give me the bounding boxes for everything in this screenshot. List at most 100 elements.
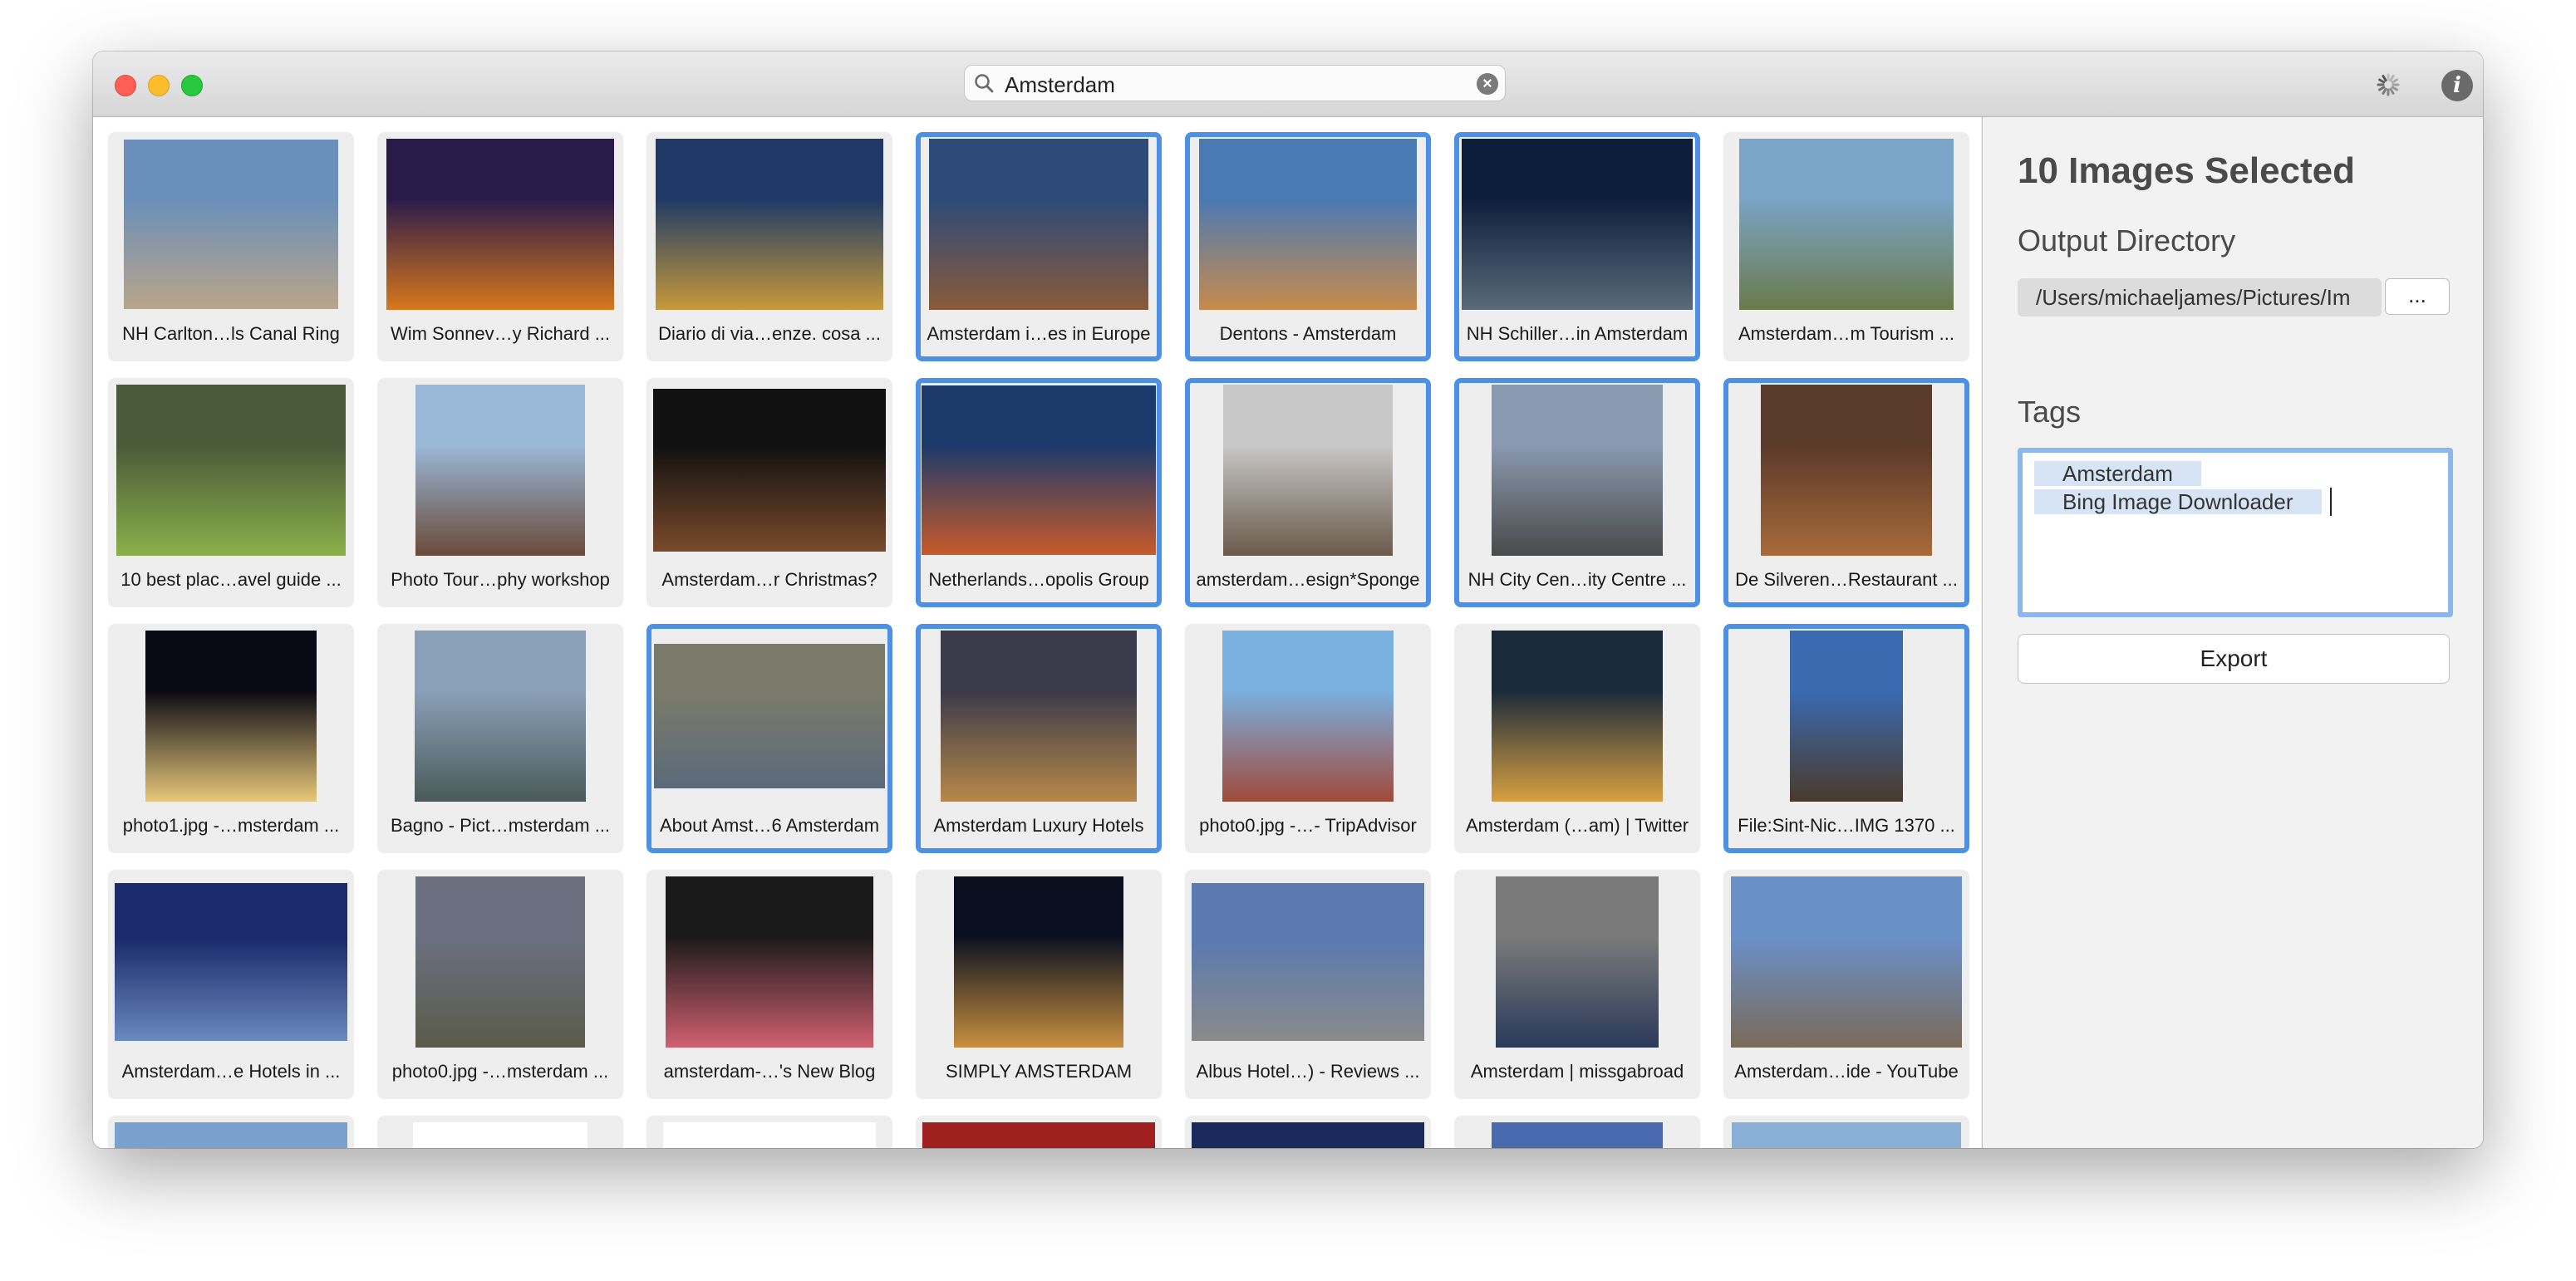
- image-tile[interactable]: Diario di via…enze. cosa ...: [646, 132, 892, 361]
- image-caption: Albus Hotel…) - Reviews ...: [1196, 1061, 1420, 1082]
- image-tile[interactable]: [1454, 1116, 1700, 1148]
- image-thumbnail[interactable]: [413, 1122, 587, 1148]
- image-thumbnail[interactable]: [1192, 883, 1424, 1041]
- image-caption: photo0.jpg -…msterdam ...: [391, 1061, 609, 1082]
- image-caption: Photo Tour…phy workshop: [391, 569, 610, 590]
- image-caption: Dentons - Amsterdam: [1219, 323, 1397, 344]
- image-thumbnail[interactable]: [1492, 385, 1663, 556]
- tag-token[interactable]: Bing Image Downloader: [2034, 489, 2322, 514]
- close-window-button[interactable]: [115, 75, 136, 96]
- image-thumbnail[interactable]: [115, 883, 347, 1041]
- image-thumbnail[interactable]: [145, 631, 317, 802]
- image-thumbnail[interactable]: [929, 139, 1148, 310]
- image-tile[interactable]: [1185, 1116, 1431, 1148]
- image-tile[interactable]: photo1.jpg -…msterdam ...: [108, 624, 354, 853]
- clear-search-icon[interactable]: ×: [1477, 73, 1498, 95]
- image-tile[interactable]: photo0.jpg -…- TripAdvisor: [1185, 624, 1431, 853]
- tags-label: Tags: [2018, 395, 2082, 429]
- image-tile[interactable]: Photo Tour…phy workshop: [377, 378, 623, 607]
- minimize-window-button[interactable]: [148, 75, 170, 96]
- image-tile[interactable]: [377, 1116, 623, 1148]
- image-tile[interactable]: Amsterdam Luxury Hotels: [916, 624, 1162, 853]
- image-thumbnail[interactable]: [1222, 631, 1394, 802]
- text-caret: [2330, 488, 2332, 516]
- image-thumbnail[interactable]: [941, 631, 1137, 802]
- image-thumbnail[interactable]: [116, 385, 346, 556]
- image-tile[interactable]: amsterdam-…'s New Blog: [646, 870, 892, 1099]
- search-input[interactable]: Amsterdam: [1005, 72, 1115, 98]
- image-tile[interactable]: De Silveren…Restaurant ...: [1723, 378, 1969, 607]
- image-tile[interactable]: [1723, 1116, 1969, 1148]
- info-icon[interactable]: i: [2441, 70, 2473, 101]
- browse-directory-button[interactable]: ...: [2385, 278, 2450, 315]
- image-tile[interactable]: Amsterdam i…es in Europe: [916, 132, 1162, 361]
- image-thumbnail[interactable]: [124, 140, 338, 309]
- search-field[interactable]: Amsterdam ×: [964, 65, 1506, 101]
- image-tile[interactable]: [108, 1116, 354, 1148]
- image-tile[interactable]: Amsterdam…r Christmas?: [646, 378, 892, 607]
- image-tile[interactable]: Amsterdam (…am) | Twitter: [1454, 624, 1700, 853]
- image-tile[interactable]: [646, 1116, 892, 1148]
- image-thumbnail[interactable]: [1492, 1122, 1663, 1148]
- image-caption: About Amst…6 Amsterdam: [659, 815, 880, 836]
- image-thumbnail[interactable]: [415, 385, 585, 556]
- image-thumbnail[interactable]: [1223, 385, 1393, 556]
- image-tile[interactable]: photo0.jpg -…msterdam ...: [377, 870, 623, 1099]
- image-thumbnail[interactable]: [666, 876, 873, 1048]
- image-tile[interactable]: File:Sint-Nic…IMG 1370 ...: [1723, 624, 1969, 853]
- image-tile[interactable]: [916, 1116, 1162, 1148]
- image-caption: NH Schiller…in Amsterdam: [1466, 323, 1689, 344]
- image-grid: NH Carlton…ls Canal Ring Wim Sonnev…y Ric…: [93, 117, 1981, 1148]
- image-thumbnail[interactable]: [1496, 876, 1659, 1048]
- image-tile[interactable]: NH Schiller…in Amsterdam: [1454, 132, 1700, 361]
- image-thumbnail[interactable]: [1199, 139, 1417, 310]
- image-thumbnail[interactable]: [656, 139, 883, 310]
- image-tile[interactable]: Netherlands…opolis Group: [916, 378, 1162, 607]
- image-tile[interactable]: Amsterdam…e Hotels in ...: [108, 870, 354, 1099]
- image-caption: Diario di via…enze. cosa ...: [658, 323, 881, 344]
- image-tile[interactable]: NH City Cen…ity Centre ...: [1454, 378, 1700, 607]
- image-caption: Amsterdam…ide - YouTube: [1734, 1061, 1959, 1082]
- image-caption: Amsterdam…e Hotels in ...: [121, 1061, 341, 1082]
- image-tile[interactable]: NH Carlton…ls Canal Ring: [108, 132, 354, 361]
- image-caption: Amsterdam…m Tourism ...: [1738, 323, 1954, 344]
- image-thumbnail[interactable]: [386, 139, 614, 310]
- image-caption: File:Sint-Nic…IMG 1370 ...: [1738, 815, 1955, 836]
- image-tile[interactable]: Wim Sonnev…y Richard ...: [377, 132, 623, 361]
- image-caption: Amsterdam…r Christmas?: [661, 569, 878, 590]
- image-thumbnail[interactable]: [922, 385, 1156, 555]
- image-tile[interactable]: amsterdam…esign*Sponge: [1185, 378, 1431, 607]
- image-tile[interactable]: Amsterdam…ide - YouTube: [1723, 870, 1969, 1099]
- maximize-window-button[interactable]: [181, 75, 203, 96]
- image-tile[interactable]: Bagno - Pict…msterdam ...: [377, 624, 623, 853]
- tag-token[interactable]: Amsterdam: [2034, 461, 2201, 486]
- image-thumbnail[interactable]: [922, 1122, 1155, 1148]
- image-thumbnail[interactable]: [1790, 631, 1903, 802]
- image-caption: amsterdam-…'s New Blog: [663, 1061, 876, 1082]
- export-button[interactable]: Export: [2018, 634, 2450, 684]
- image-tile[interactable]: Albus Hotel…) - Reviews ...: [1185, 870, 1431, 1099]
- image-thumbnail[interactable]: [115, 1122, 347, 1148]
- tags-field[interactable]: Amsterdam Bing Image Downloader: [2018, 448, 2453, 617]
- image-thumbnail[interactable]: [663, 1122, 876, 1148]
- image-tile[interactable]: Amsterdam…m Tourism ...: [1723, 132, 1969, 361]
- image-thumbnail[interactable]: [954, 876, 1123, 1048]
- image-thumbnail[interactable]: [1462, 139, 1693, 310]
- image-thumbnail[interactable]: [654, 644, 885, 788]
- image-caption: Amsterdam (…am) | Twitter: [1465, 815, 1689, 836]
- image-thumbnail[interactable]: [1739, 139, 1954, 310]
- image-tile[interactable]: Amsterdam | missgabroad: [1454, 870, 1700, 1099]
- image-thumbnail[interactable]: [1192, 1122, 1424, 1148]
- image-thumbnail[interactable]: [653, 389, 886, 552]
- image-thumbnail[interactable]: [1492, 631, 1663, 802]
- image-thumbnail[interactable]: [415, 876, 585, 1048]
- image-thumbnail[interactable]: [415, 631, 586, 802]
- image-thumbnail[interactable]: [1731, 876, 1962, 1048]
- image-tile[interactable]: SIMPLY AMSTERDAM: [916, 870, 1162, 1099]
- image-thumbnail[interactable]: [1732, 1122, 1961, 1148]
- image-thumbnail[interactable]: [1761, 385, 1932, 556]
- image-tile[interactable]: About Amst…6 Amsterdam: [646, 624, 892, 853]
- image-tile[interactable]: Dentons - Amsterdam: [1185, 132, 1431, 361]
- image-tile[interactable]: 10 best plac…avel guide ...: [108, 378, 354, 607]
- output-directory-path[interactable]: /Users/michaeljames/Pictures/Im: [2018, 278, 2382, 317]
